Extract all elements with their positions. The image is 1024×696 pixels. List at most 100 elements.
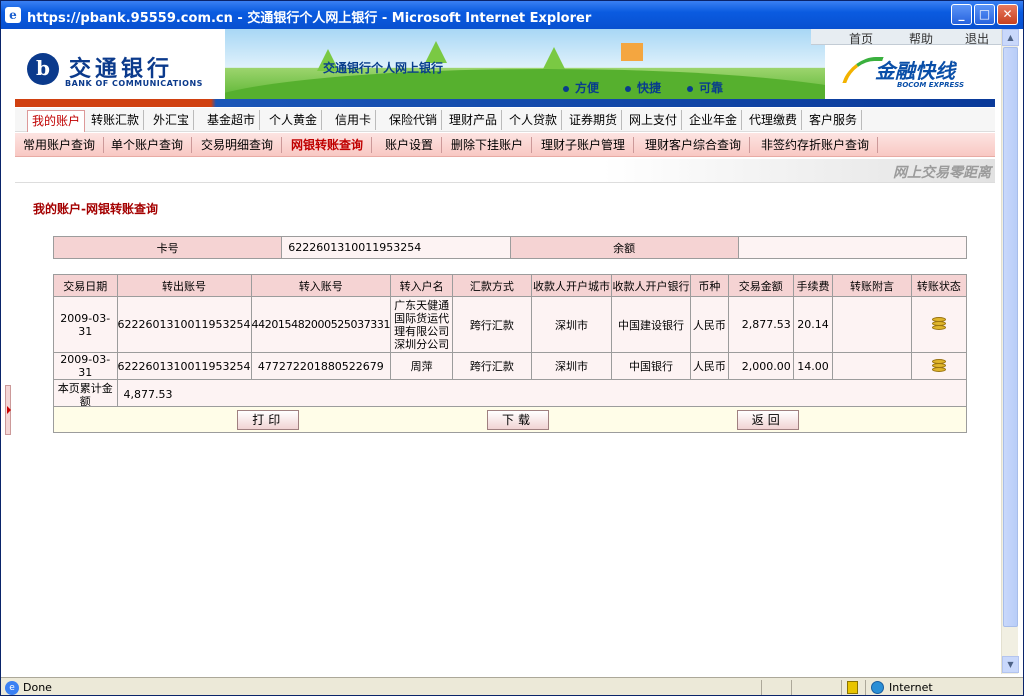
nav-insurance[interactable]: 保险代销 bbox=[385, 110, 443, 130]
nav-annuity[interactable]: 企业年金 bbox=[685, 110, 743, 130]
total-label: 本页累计金额 bbox=[53, 379, 118, 410]
scroll-down-icon[interactable]: ▼ bbox=[1002, 656, 1019, 673]
home-link[interactable]: 首页 bbox=[849, 30, 873, 47]
download-button[interactable]: 下载 bbox=[486, 409, 549, 430]
globe-icon bbox=[871, 681, 884, 694]
coins-icon[interactable] bbox=[930, 358, 948, 372]
action-cell: 返回 bbox=[732, 406, 803, 433]
top-links: 首页 帮助 退出 bbox=[811, 29, 1001, 47]
nav-wealth[interactable]: 理财产品 bbox=[445, 110, 503, 130]
nav-forex[interactable]: 外汇宝 bbox=[149, 110, 195, 130]
subnav-transaction-detail[interactable]: 交易明细查询 bbox=[193, 137, 283, 153]
nav-gold[interactable]: 个人黄金 bbox=[265, 110, 323, 130]
side-toggle[interactable] bbox=[5, 385, 11, 435]
back-button[interactable]: 返回 bbox=[736, 409, 799, 430]
cell-city: 深圳市 bbox=[530, 296, 613, 353]
cell-fee: 20.14 bbox=[792, 296, 834, 353]
cell-date: 2009-03-31 bbox=[53, 352, 118, 380]
status-divider bbox=[865, 680, 866, 695]
cell-fee: 14.00 bbox=[792, 352, 834, 380]
nav-fund[interactable]: 基金超市 bbox=[203, 110, 261, 130]
cell-to-account: 442015482000525037331 bbox=[250, 296, 392, 353]
print-button[interactable]: 打印 bbox=[237, 409, 300, 430]
table-header-row: 交易日期 转出账号 转入账号 转入户名 汇款方式 收款人开户城市 收款人开户银行… bbox=[53, 274, 968, 297]
ie-icon: e bbox=[5, 7, 21, 23]
cell-bank: 中国银行 bbox=[611, 352, 691, 380]
col-payee-name: 转入户名 bbox=[390, 274, 454, 297]
slogan-item: 快捷 bbox=[625, 79, 661, 96]
col-amount: 交易金额 bbox=[727, 274, 794, 297]
col-fee: 手续费 bbox=[792, 274, 834, 297]
logout-link[interactable]: 退出 bbox=[965, 30, 989, 47]
cell-amount: 2,000.00 bbox=[727, 352, 794, 380]
help-link[interactable]: 帮助 bbox=[909, 30, 933, 47]
page-title: 我的账户-网银转账查询 bbox=[33, 202, 158, 216]
nav-service[interactable]: 客户服务 bbox=[805, 110, 863, 130]
bocom-express-logo: 金融快线 BOCOM EXPRESS bbox=[842, 51, 997, 95]
action-spacer bbox=[552, 406, 733, 433]
cell-status[interactable] bbox=[910, 352, 968, 380]
cell-status[interactable] bbox=[910, 296, 968, 353]
bullet-icon bbox=[563, 85, 569, 92]
balance-value bbox=[737, 236, 968, 259]
express-cn: 金融快线 bbox=[875, 59, 955, 83]
nav-securities[interactable]: 证券期货 bbox=[565, 110, 623, 130]
action-spacer bbox=[53, 406, 234, 433]
main-nav: 我的账户 转账汇款 外汇宝 基金超市 个人黄金 信用卡 保险代销 理财产品 个人… bbox=[15, 108, 995, 132]
subnav-account-settings[interactable]: 账户设置 bbox=[377, 137, 443, 153]
action-spacer bbox=[303, 406, 483, 433]
col-method: 汇款方式 bbox=[452, 274, 532, 297]
col-status: 转账状态 bbox=[910, 274, 968, 297]
header-banner: 交通银行个人网上银行 方便 快捷 可靠 bbox=[225, 29, 825, 99]
slogan-item: 方便 bbox=[563, 79, 599, 96]
cell-payee-name: 广东天健通国际货运代理有限公司深圳分公司 bbox=[390, 296, 454, 353]
total-value: 4,877.53 bbox=[116, 379, 968, 410]
header-stripe bbox=[15, 99, 995, 107]
bank-header: b 交通银行 BANK OF COMMUNICATIONS 交通银行个人网上银行… bbox=[15, 29, 1001, 101]
action-spacer bbox=[802, 406, 967, 433]
subnav-common-account[interactable]: 常用账户查询 bbox=[15, 137, 105, 153]
nav-transfer[interactable]: 转账汇款 bbox=[87, 110, 145, 130]
cell-bank: 中国建设银行 bbox=[611, 296, 691, 353]
sub-nav: 常用账户查询 单个账户查询 交易明细查询 网银转账查询 账户设置 删除下挂账户 … bbox=[15, 133, 995, 157]
status-text: Done bbox=[23, 681, 52, 694]
browser-window: e https://pbank.95559.com.cn - 交通银行个人网上银… bbox=[0, 0, 1024, 696]
nav-bill-pay[interactable]: 代理缴费 bbox=[745, 110, 803, 130]
transfer-table: 交易日期 转出账号 转入账号 转入户名 汇款方式 收款人开户城市 收款人开户银行… bbox=[53, 274, 968, 410]
subnav-remove-account[interactable]: 删除下挂账户 bbox=[443, 137, 533, 153]
card-number: 6222601310011953254 bbox=[281, 236, 511, 259]
subnav-passbook[interactable]: 非签约存折账户查询 bbox=[753, 137, 879, 153]
nav-credit-card[interactable]: 信用卡 bbox=[331, 110, 377, 130]
cell-from-account: 6222601310011953254 bbox=[116, 296, 252, 353]
nav-my-account[interactable]: 我的账户 bbox=[27, 110, 86, 132]
nav-loan[interactable]: 个人贷款 bbox=[505, 110, 563, 130]
nav-payment[interactable]: 网上支付 bbox=[625, 110, 683, 130]
bullet-icon bbox=[687, 85, 693, 92]
lock-icon[interactable] bbox=[847, 681, 858, 694]
cell-date: 2009-03-31 bbox=[53, 296, 118, 353]
bocom-logo-icon: b bbox=[27, 53, 59, 85]
hill-graphic bbox=[225, 69, 825, 99]
balance-label: 余额 bbox=[509, 236, 739, 259]
subnav-transfer-query[interactable]: 网银转账查询 bbox=[283, 137, 373, 153]
subnav-wealth-sub[interactable]: 理财子账户管理 bbox=[533, 137, 635, 153]
arrow-right-icon bbox=[7, 406, 11, 414]
action-cell: 打印 bbox=[233, 406, 304, 433]
close-icon[interactable]: ✕ bbox=[997, 4, 1018, 25]
status-divider bbox=[761, 680, 762, 695]
subnav-single-account[interactable]: 单个账户查询 bbox=[103, 137, 193, 153]
page-icon: e bbox=[5, 681, 19, 695]
window-title: https://pbank.95559.com.cn - 交通银行个人网上银行 … bbox=[27, 11, 592, 26]
coins-icon[interactable] bbox=[930, 316, 948, 330]
scroll-up-icon[interactable]: ▲ bbox=[1002, 29, 1019, 46]
subnav-wealth-overview[interactable]: 理财客户综合查询 bbox=[637, 137, 751, 153]
vertical-scrollbar[interactable]: ▲ ▼ bbox=[1001, 29, 1019, 674]
col-memo: 转账附言 bbox=[832, 274, 912, 297]
minimize-icon[interactable]: _ bbox=[951, 4, 972, 25]
maximize-icon[interactable]: □ bbox=[974, 4, 995, 25]
cell-amount: 2,877.53 bbox=[727, 296, 794, 353]
col-date: 交易日期 bbox=[53, 274, 118, 297]
scroll-thumb[interactable] bbox=[1003, 47, 1018, 627]
slogan-item: 可靠 bbox=[687, 79, 723, 96]
action-bar: 打印 下载 返回 bbox=[53, 406, 967, 433]
